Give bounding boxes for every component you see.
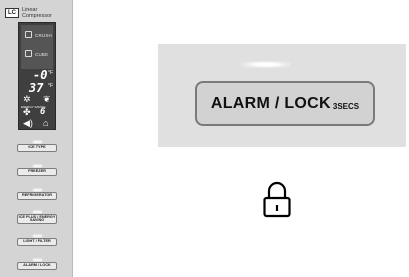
indicator-light-4: [33, 211, 42, 213]
alarm-lock-button[interactable]: ALARM / LOCK: [17, 262, 57, 270]
ice-plus-icon: ✲: [23, 94, 31, 104]
speaker-icon: ◀): [23, 118, 33, 128]
alarm-lock-zoom-button[interactable]: ALARM / LOCK 3SECS: [195, 81, 375, 126]
ice-plus-energy-saving-button[interactable]: ICE PLUS / ENERGY SAVING: [17, 214, 57, 224]
indicator-light-6: [33, 259, 42, 261]
light-filter-button[interactable]: LIGHT / FILTER: [17, 238, 57, 246]
indicator-light-1: [33, 141, 42, 143]
indicator-light-2: [33, 165, 42, 167]
padlock-icon: [263, 181, 291, 218]
crushed-ice-icon: [25, 31, 32, 38]
leaf-icon: ❦: [43, 94, 51, 104]
alarm-lock-zoom-panel: ALARM / LOCK 3SECS: [158, 44, 406, 147]
lock-indicator-icon: ⌂: [43, 118, 49, 128]
alarm-lock-label: ALARM / LOCK: [210, 94, 331, 112]
padlock-shackle: [267, 181, 287, 198]
filter-value: 6: [40, 107, 46, 117]
refrigerator-button[interactable]: REFRIGERATOR: [17, 192, 57, 200]
hold-duration-label: 3SECS: [332, 101, 360, 111]
brand-text: Linear Compressor: [22, 7, 70, 19]
freezer-temp: -0: [33, 68, 48, 82]
indicator-light-5: [33, 235, 42, 237]
crushed-label: CRUSH: [35, 33, 53, 38]
control-panel-strip: LC Linear Compressor CRUSH CUBE -0 °F 37…: [0, 0, 73, 277]
freezer-temp-unit: °F: [48, 70, 54, 76]
indicator-light-3: [33, 189, 42, 191]
freezer-button[interactable]: FREEZER: [17, 168, 57, 176]
cubed-ice-icon: [25, 50, 32, 57]
ice-type-display: CRUSH CUBE: [21, 25, 53, 69]
fridge-temp: 37: [29, 81, 44, 95]
fridge-temp-unit: °F: [48, 83, 54, 89]
brand-line-2: Compressor: [22, 13, 52, 19]
fan-icon: ✤: [23, 107, 31, 117]
ice-type-button[interactable]: ICE TYPE: [17, 144, 57, 152]
status-display: CRUSH CUBE -0 °F 37 °F ✲ ENERGY SAVING ❦…: [18, 22, 56, 130]
cubed-label: CUBE: [35, 52, 49, 57]
model-badge: LC: [5, 8, 19, 18]
zoom-indicator-light: [241, 61, 291, 68]
